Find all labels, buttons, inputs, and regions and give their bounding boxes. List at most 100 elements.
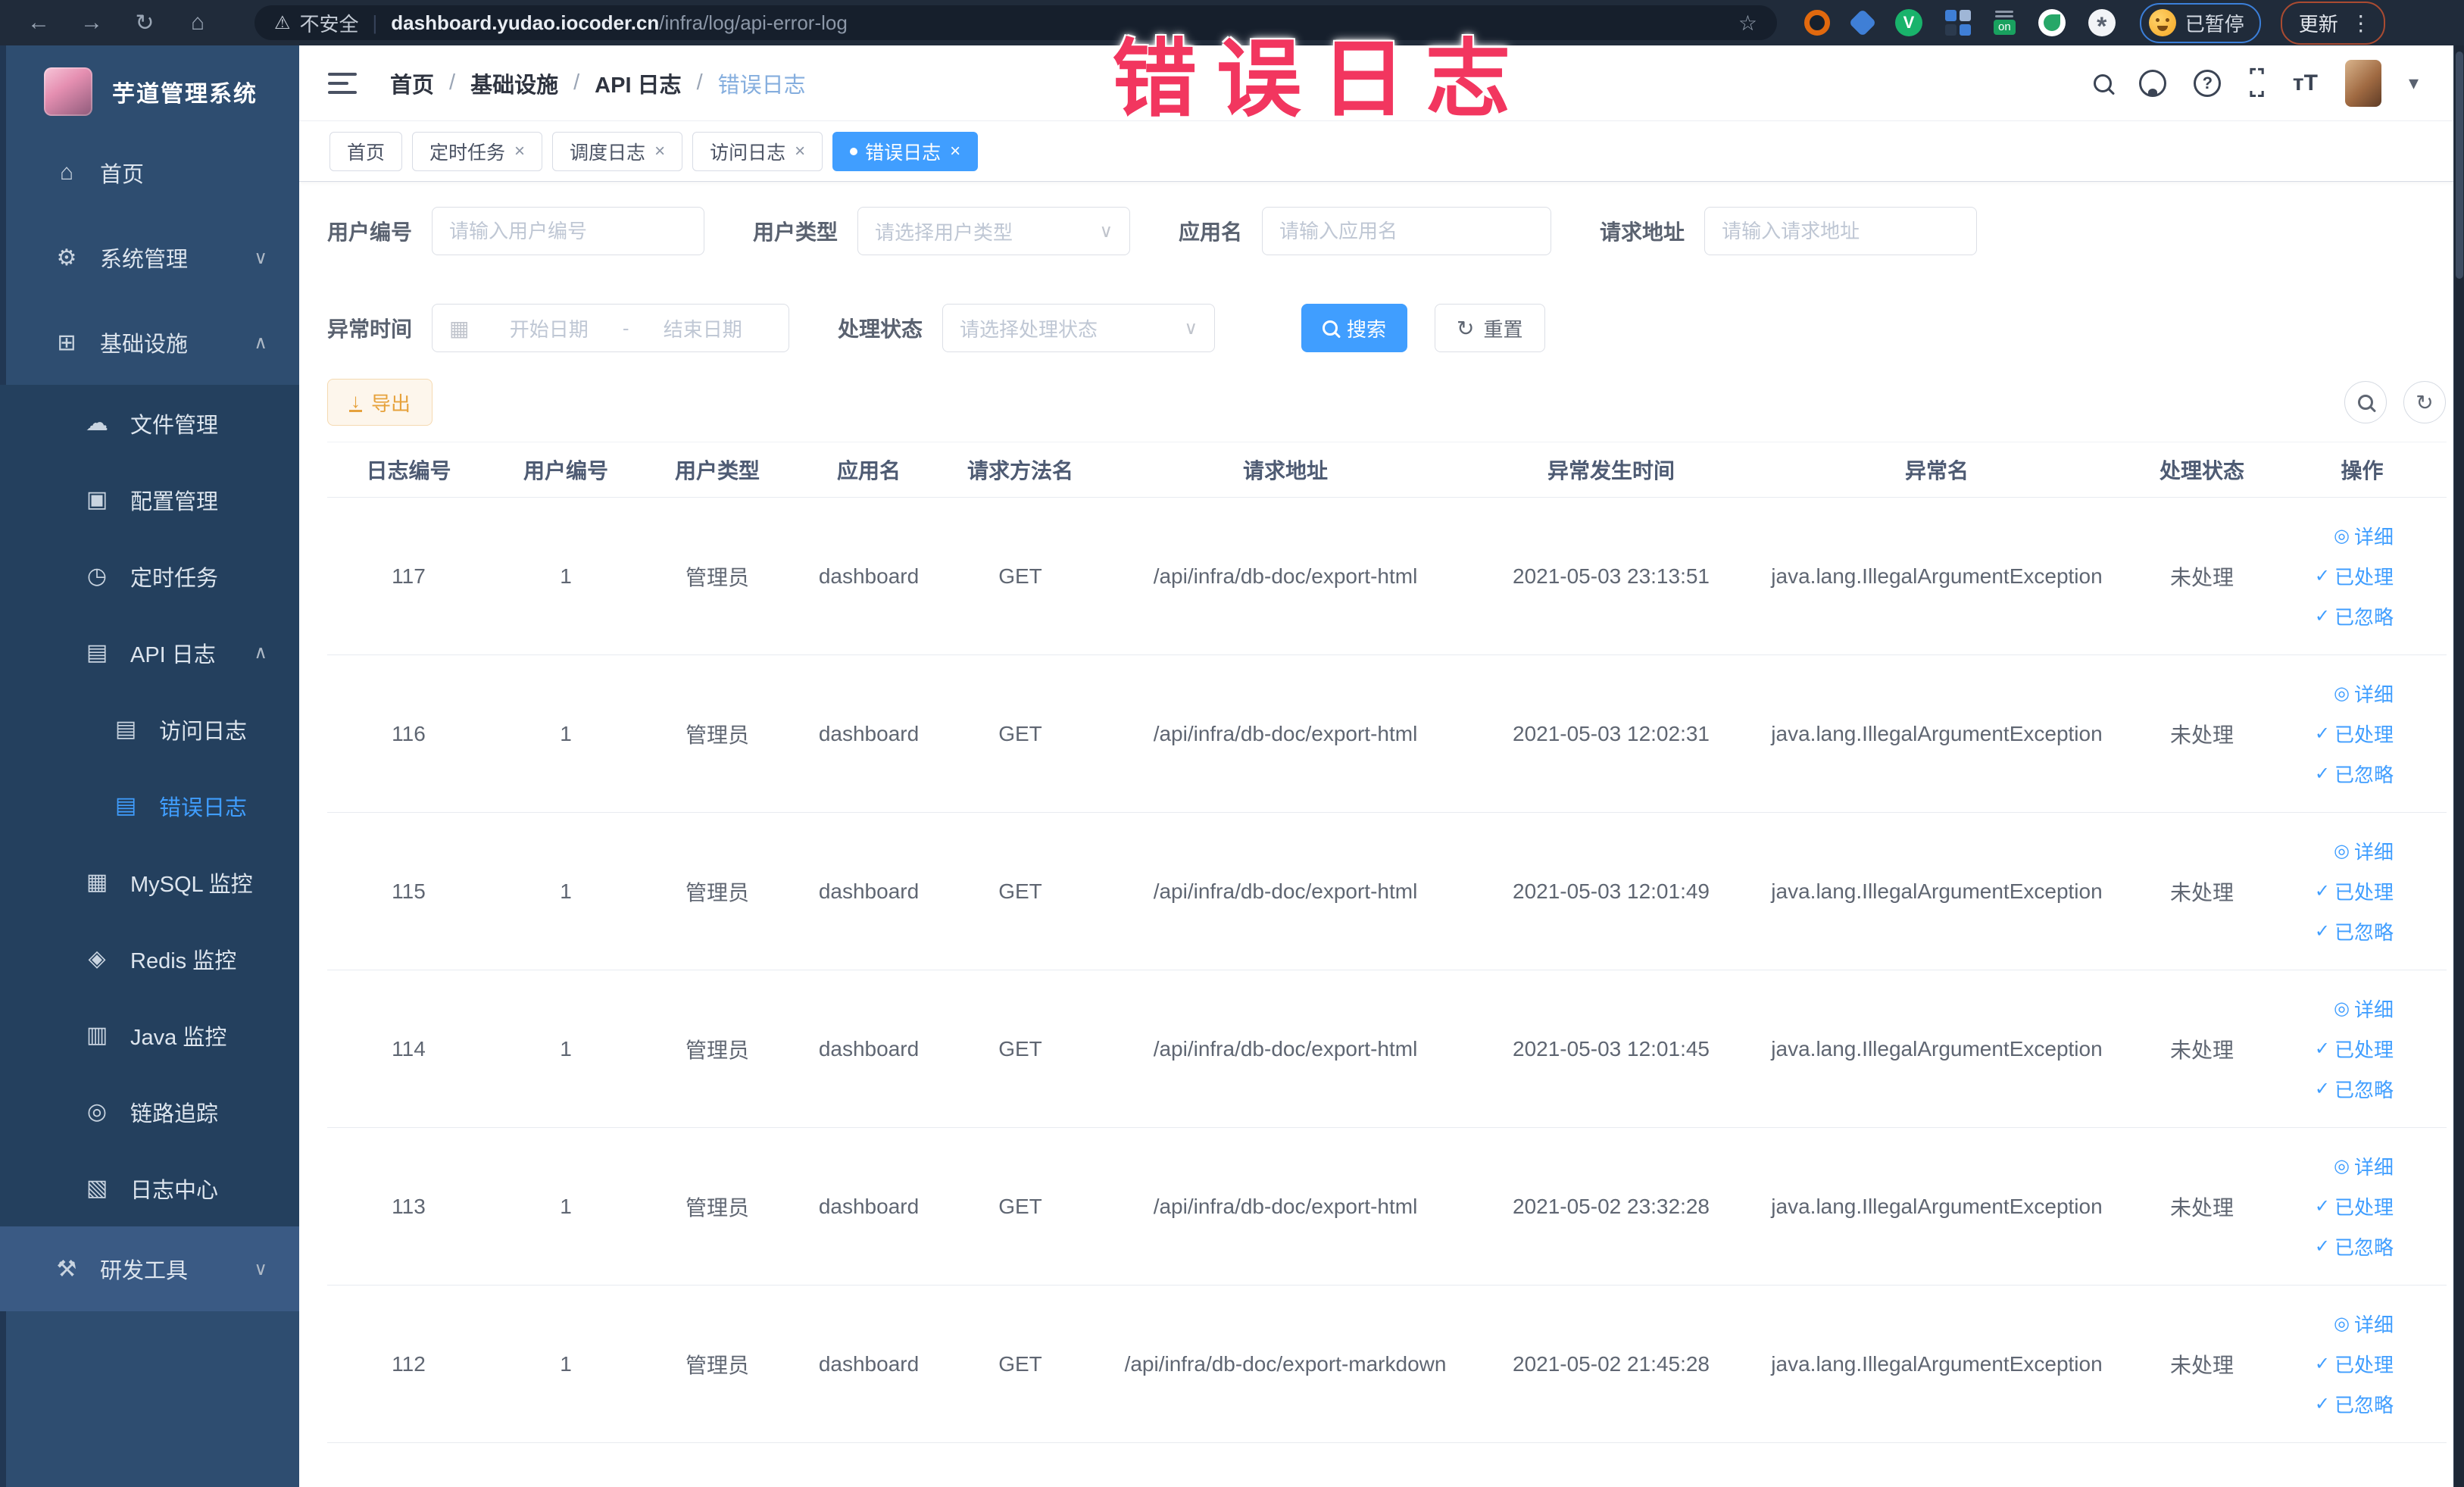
mark-processed-link[interactable]: ✓ 已处理 — [2315, 562, 2394, 590]
breadcrumb-home[interactable]: 首页 — [390, 67, 434, 99]
mark-processed-link[interactable]: ✓ 已处理 — [2315, 1035, 2394, 1063]
sidebar-item-file-mgmt[interactable]: ☁ 文件管理 — [0, 385, 299, 461]
extension-icon-orange[interactable] — [1804, 10, 1830, 36]
detail-link[interactable]: ◎ 详细 — [2334, 679, 2394, 708]
github-icon[interactable] — [2139, 69, 2167, 97]
tab-error-log[interactable]: 错误日志 × — [832, 131, 979, 171]
mark-processed-link[interactable]: ✓ 已处理 — [2315, 877, 2394, 905]
date-range-picker[interactable]: ▦ 开始日期 - 结束日期 — [432, 304, 790, 352]
menu-item-icon: ▤ — [86, 640, 108, 665]
bookmark-star-icon[interactable]: ☆ — [1738, 11, 1757, 36]
table-row[interactable]: 114 1 管理员 dashboard GET /api/infra/db-do… — [327, 970, 2447, 1128]
font-size-icon[interactable]: ᴛT — [2293, 70, 2318, 96]
vue-devtools-icon[interactable]: V — [1895, 9, 1922, 36]
tab-schedule-log[interactable]: 调度日志 × — [552, 131, 683, 171]
mark-ignored-link[interactable]: ✓ 已忽略 — [2315, 760, 2394, 788]
table-row[interactable]: 113 1 管理员 dashboard GET /api/infra/db-do… — [327, 1128, 2447, 1286]
close-icon[interactable]: × — [795, 141, 805, 162]
security-label[interactable]: 不安全 — [300, 9, 359, 37]
check-icon: ✓ — [2314, 1236, 2330, 1257]
top-navbar: 首页 / 基础设施 / API 日志 / 错误日志 ? ⌜⌝ ⌞⌟ ᴛT ▾ — [299, 45, 2464, 121]
sidebar-item-dev-tools[interactable]: ⚒ 研发工具 ∨ — [0, 1226, 299, 1311]
detail-link[interactable]: ◎ 详细 — [2334, 837, 2394, 865]
browser-forward-icon[interactable]: → — [65, 10, 118, 36]
user-type-select[interactable]: 请选择用户类型 ∨ — [857, 207, 1131, 255]
close-icon[interactable]: × — [950, 141, 960, 162]
mark-ignored-link[interactable]: ✓ 已忽略 — [2315, 1390, 2394, 1418]
user-avatar[interactable] — [2344, 59, 2381, 107]
sidebar-item-mysql-monitor[interactable]: ▦ MySQL 监控 — [0, 844, 299, 920]
sidebar-item-home[interactable]: ⌂ 首页 — [0, 130, 299, 215]
help-icon[interactable]: ? — [2194, 69, 2222, 97]
sidebar-item-redis-monitor[interactable]: ◈ Redis 监控 — [0, 920, 299, 997]
browser-update-button[interactable]: 更新 ⋮ — [2280, 1, 2385, 45]
process-status-select[interactable]: 请选择处理状态 ∨ — [942, 304, 1216, 352]
detail-link[interactable]: ◎ 详细 — [2334, 1310, 2394, 1338]
table-row[interactable]: 112 1 管理员 dashboard GET /api/infra/db-do… — [327, 1286, 2447, 1443]
user-id-input[interactable] — [449, 219, 688, 243]
extension-icon-switch[interactable]: on — [1994, 11, 2016, 35]
fullscreen-icon[interactable]: ⌜⌝ ⌞⌟ — [2248, 67, 2266, 98]
table-row[interactable]: 116 1 管理员 dashboard GET /api/infra/db-do… — [327, 655, 2447, 813]
detail-link[interactable]: ◎ 详细 — [2334, 522, 2394, 550]
browser-home-icon[interactable]: ⌂ — [171, 10, 224, 36]
cell-user-type: 管理员 — [685, 1038, 749, 1062]
browser-menu-icon[interactable]: ⋮ — [2350, 11, 2372, 36]
user-menu-caret-icon[interactable]: ▾ — [2409, 71, 2419, 95]
export-button[interactable]: ↓ 导出 — [327, 379, 433, 426]
close-icon[interactable]: × — [654, 141, 665, 162]
extension-icon-blue[interactable] — [1848, 8, 1877, 37]
column-header: 处理状态 — [2159, 459, 2244, 483]
extension-icon-leaf[interactable] — [2038, 9, 2066, 36]
mark-processed-link[interactable]: ✓ 已处理 — [2315, 1350, 2394, 1378]
address-bar[interactable]: ⚠ 不安全 | dashboard.yudao.iocoder.cn /infr… — [255, 5, 1777, 40]
search-button[interactable]: 搜索 — [1301, 304, 1408, 352]
sidebar-item-log-center[interactable]: ▧ 日志中心 — [0, 1150, 299, 1226]
url-path: /infra/log/api-error-log — [659, 11, 848, 34]
mark-ignored-link[interactable]: ✓ 已忽略 — [2315, 602, 2394, 630]
tab-access-log[interactable]: 访问日志 × — [692, 131, 823, 171]
toggle-search-button[interactable] — [2344, 381, 2387, 423]
breadcrumb-infrastructure[interactable]: 基础设施 — [470, 67, 558, 99]
extension-icon-pinwheel[interactable]: * — [2088, 9, 2116, 41]
tab-home[interactable]: 首页 — [329, 131, 403, 171]
scrollbar-thumb[interactable] — [2456, 52, 2463, 279]
chevron-icon: ∨ — [254, 247, 267, 268]
detail-link[interactable]: ◎ 详细 — [2334, 995, 2394, 1023]
app-name-input[interactable] — [1279, 219, 1535, 243]
app-logo-row[interactable]: 芋道管理系统 — [0, 45, 299, 130]
sidebar-item-config-mgmt[interactable]: ▣ 配置管理 — [0, 461, 299, 538]
request-url-input[interactable] — [1722, 219, 1960, 243]
close-icon[interactable]: × — [514, 141, 525, 162]
search-icon[interactable] — [2094, 73, 2113, 92]
cell-method: GET — [998, 879, 1042, 903]
refresh-table-button[interactable]: ↻ — [2403, 381, 2446, 423]
sidebar-item-scheduled-jobs[interactable]: ◷ 定时任务 — [0, 538, 299, 614]
tab-scheduled-jobs[interactable]: 定时任务 × — [412, 131, 543, 171]
sidebar-item-tracing[interactable]: ◎ 链路追踪 — [0, 1073, 299, 1150]
table-row[interactable]: 117 1 管理员 dashboard GET /api/infra/db-do… — [327, 498, 2447, 655]
sidebar-item-system-mgmt[interactable]: ⚙ 系统管理 ∨ — [0, 215, 299, 300]
on-badge: on — [1994, 20, 2016, 35]
mark-ignored-link[interactable]: ✓ 已忽略 — [2315, 917, 2394, 945]
browser-reload-icon[interactable]: ↻ — [118, 10, 171, 36]
sidebar-item-access-log[interactable]: ▤ 访问日志 — [0, 691, 299, 767]
reset-button[interactable]: ↻ 重置 — [1435, 304, 1545, 352]
sidebar-item-infrastructure[interactable]: ⊞ 基础设施 ∧ — [0, 300, 299, 385]
page-scrollbar[interactable] — [2453, 45, 2464, 1487]
mark-ignored-link[interactable]: ✓ 已忽略 — [2315, 1075, 2394, 1103]
mark-ignored-link[interactable]: ✓ 已忽略 — [2315, 1232, 2394, 1261]
sidebar-toggle-icon[interactable] — [328, 72, 357, 94]
mark-processed-link[interactable]: ✓ 已处理 — [2315, 1192, 2394, 1220]
table-row[interactable]: 115 1 管理员 dashboard GET /api/infra/db-do… — [327, 813, 2447, 970]
detail-link[interactable]: ◎ 详细 — [2334, 1152, 2394, 1180]
paused-extension-badge[interactable]: 已暂停 — [2139, 2, 2261, 43]
sidebar-item-error-log[interactable]: ▤ 错误日志 — [0, 767, 299, 844]
mark-processed-link[interactable]: ✓ 已处理 — [2315, 720, 2394, 748]
extension-icon-grid[interactable] — [1945, 10, 1971, 36]
browser-back-icon[interactable]: ← — [12, 10, 65, 36]
sidebar-item-java-monitor[interactable]: ▥ Java 监控 — [0, 997, 299, 1073]
sidebar-item-api-log[interactable]: ▤ API 日志 ∧ — [0, 614, 299, 691]
cell-status: 未处理 — [2169, 1353, 2234, 1377]
breadcrumb-api-log[interactable]: API 日志 — [595, 67, 681, 99]
